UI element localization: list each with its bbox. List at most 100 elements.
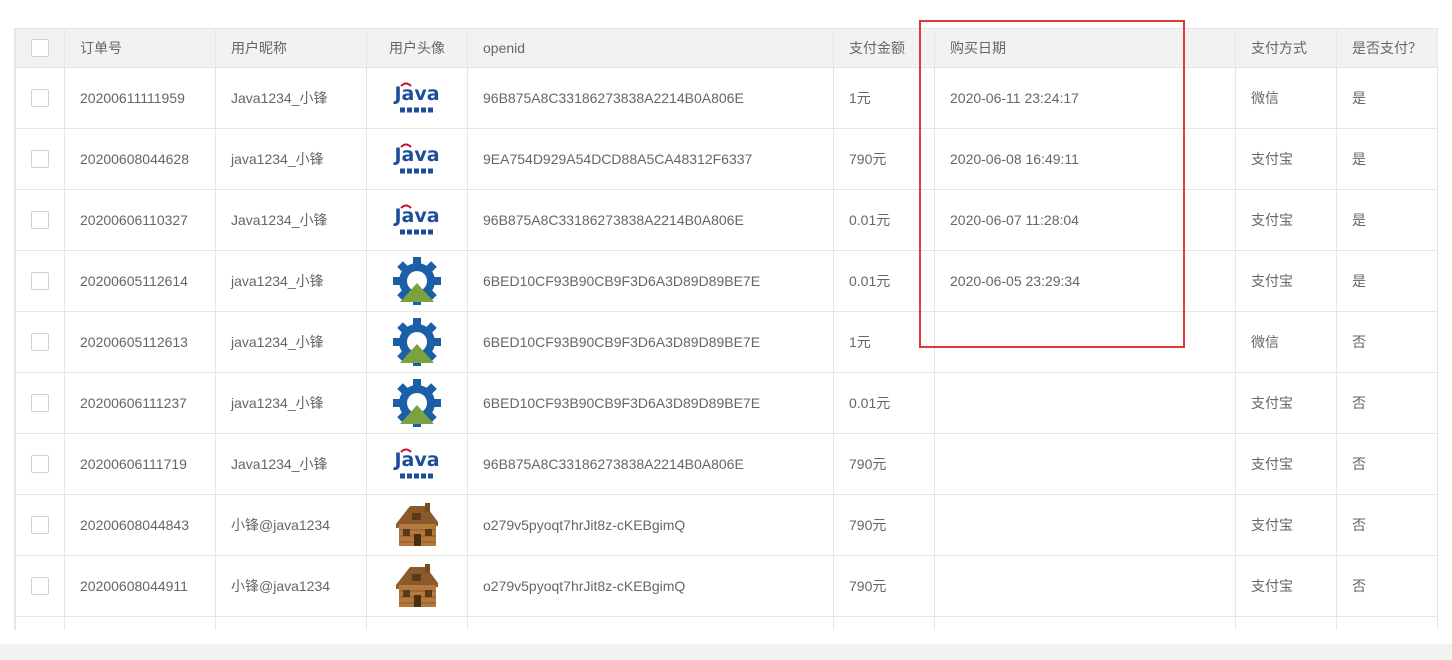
header-purchase-date[interactable]: 购买日期 bbox=[934, 28, 1236, 68]
header-pay-method[interactable]: 支付方式 bbox=[1235, 28, 1337, 68]
cell-openid: 96B875A8C33186273838A2214B0A806E bbox=[467, 67, 834, 129]
table-row[interactable]: 20200606111237 java1234_小锋 6BED10CF93B90C… bbox=[15, 372, 1437, 434]
cell-empty bbox=[15, 616, 65, 630]
row-checkbox[interactable] bbox=[31, 89, 49, 108]
cell-avatar: Java bbox=[366, 128, 468, 190]
header-nickname[interactable]: 用户昵称 bbox=[215, 28, 367, 68]
table-row[interactable]: 20200605112613 java1234_小锋 6BED10CF93B90C… bbox=[15, 311, 1437, 373]
cell-pay-method: 支付宝 bbox=[1235, 555, 1337, 617]
cell-amount: 790元 bbox=[833, 494, 935, 556]
cell-pay-method: 支付宝 bbox=[1235, 372, 1337, 434]
cell-order-no: 20200608044911 bbox=[64, 555, 216, 617]
table-row[interactable]: 20200608044628 java1234_小锋 Java 9EA754D92… bbox=[15, 128, 1437, 190]
cell-order-no: 20200605112614 bbox=[64, 250, 216, 312]
cell-openid: 6BED10CF93B90CB9F3D6A3D89D89BE7E bbox=[467, 311, 834, 373]
cell-nickname: java1234_小锋 bbox=[215, 311, 367, 373]
cell-order-no: 20200608044628 bbox=[64, 128, 216, 190]
gear-logo-icon bbox=[392, 317, 442, 367]
cell-nickname: java1234_小锋 bbox=[215, 250, 367, 312]
cell-pay-method: 支付宝 bbox=[1235, 250, 1337, 312]
cell-amount: 790元 bbox=[833, 433, 935, 495]
cell-pay-method: 支付宝 bbox=[1235, 128, 1337, 190]
row-checkbox-cell bbox=[15, 433, 65, 495]
table-row[interactable]: 20200608044911 小锋@java1234 o279v5pyoqt7hr… bbox=[15, 555, 1437, 617]
house-image-icon bbox=[392, 500, 442, 550]
cell-empty bbox=[467, 616, 834, 630]
cell-amount: 1元 bbox=[833, 67, 935, 129]
cell-openid: 6BED10CF93B90CB9F3D6A3D89D89BE7E bbox=[467, 372, 834, 434]
cell-avatar: Java bbox=[366, 67, 468, 129]
cell-avatar: Java bbox=[366, 433, 468, 495]
cell-openid: 96B875A8C33186273838A2214B0A806E bbox=[467, 433, 834, 495]
cell-purchase-date bbox=[934, 494, 1236, 556]
cell-purchase-date: 2020-06-08 16:49:11 bbox=[934, 128, 1236, 190]
row-checkbox-cell bbox=[15, 555, 65, 617]
header-order-no[interactable]: 订单号 bbox=[64, 28, 216, 68]
cell-amount: 0.01元 bbox=[833, 250, 935, 312]
row-checkbox-cell bbox=[15, 67, 65, 129]
cell-avatar bbox=[366, 372, 468, 434]
table-row[interactable]: 20200605112614 java1234_小锋 6BED10CF93B90C… bbox=[15, 250, 1437, 312]
cell-paid: 是 bbox=[1336, 189, 1437, 251]
cell-amount: 0.01元 bbox=[833, 372, 935, 434]
java-logo-icon: Java bbox=[392, 73, 442, 123]
select-all-cell bbox=[15, 28, 65, 68]
cell-empty bbox=[833, 616, 935, 630]
table-row[interactable] bbox=[15, 616, 1437, 630]
cell-purchase-date bbox=[934, 372, 1236, 434]
table-header-row: 订单号 用户昵称 用户头像 openid 支付金额 购买日期 支付方式 是否支付… bbox=[15, 28, 1437, 68]
row-checkbox[interactable] bbox=[31, 577, 49, 596]
header-openid[interactable]: openid bbox=[467, 28, 834, 68]
java-logo-icon: Java bbox=[392, 134, 442, 184]
gear-logo-icon bbox=[392, 378, 442, 428]
cell-pay-method: 支付宝 bbox=[1235, 494, 1337, 556]
cell-purchase-date bbox=[934, 433, 1236, 495]
cell-empty bbox=[1235, 616, 1337, 630]
cell-paid: 是 bbox=[1336, 128, 1437, 190]
cell-pay-method: 支付宝 bbox=[1235, 189, 1337, 251]
cell-avatar bbox=[366, 494, 468, 556]
row-checkbox[interactable] bbox=[31, 333, 49, 352]
row-checkbox[interactable] bbox=[31, 516, 49, 535]
cell-paid: 否 bbox=[1336, 311, 1437, 373]
cell-nickname: 小锋@java1234 bbox=[215, 555, 367, 617]
cell-amount: 0.01元 bbox=[833, 189, 935, 251]
cell-order-no: 20200605112613 bbox=[64, 311, 216, 373]
row-checkbox-cell bbox=[15, 372, 65, 434]
select-all-checkbox[interactable] bbox=[31, 39, 49, 58]
row-checkbox[interactable] bbox=[31, 455, 49, 474]
row-checkbox-cell bbox=[15, 250, 65, 312]
header-paid[interactable]: 是否支付？ bbox=[1336, 28, 1437, 68]
cell-openid: 9EA754D929A54DCD88A5CA48312F6337 bbox=[467, 128, 834, 190]
java-logo-icon: Java bbox=[392, 195, 442, 245]
row-checkbox[interactable] bbox=[31, 211, 49, 230]
table-body: 20200611111959 Java1234_小锋 Java 96B875A8C… bbox=[15, 67, 1437, 630]
header-amount[interactable]: 支付金额 bbox=[833, 28, 935, 68]
cell-order-no: 20200611111959 bbox=[64, 67, 216, 129]
row-checkbox[interactable] bbox=[31, 394, 49, 413]
svg-text:Java: Java bbox=[392, 144, 439, 166]
table-row[interactable]: 20200611111959 Java1234_小锋 Java 96B875A8C… bbox=[15, 67, 1437, 129]
row-checkbox-cell bbox=[15, 494, 65, 556]
cell-amount: 1元 bbox=[833, 311, 935, 373]
cell-order-no: 20200606111719 bbox=[64, 433, 216, 495]
table-row[interactable]: 20200606111719 Java1234_小锋 Java 96B875A8C… bbox=[15, 433, 1437, 495]
cell-openid: o279v5pyoqt7hrJit8z-cKEBgimQ bbox=[467, 555, 834, 617]
cell-paid: 否 bbox=[1336, 555, 1437, 617]
cell-empty bbox=[366, 616, 468, 630]
cell-nickname: Java1234_小锋 bbox=[215, 433, 367, 495]
table-row[interactable]: 20200608044843 小锋@java1234 o279v5pyoqt7hr… bbox=[15, 494, 1437, 556]
row-checkbox[interactable] bbox=[31, 272, 49, 291]
cell-purchase-date: 2020-06-07 11:28:04 bbox=[934, 189, 1236, 251]
table-row[interactable]: 20200606110327 Java1234_小锋 Java 96B875A8C… bbox=[15, 189, 1437, 251]
cell-avatar bbox=[366, 311, 468, 373]
cell-openid: 6BED10CF93B90CB9F3D6A3D89D89BE7E bbox=[467, 250, 834, 312]
header-avatar[interactable]: 用户头像 bbox=[366, 28, 468, 68]
row-checkbox-cell bbox=[15, 128, 65, 190]
cell-order-no: 20200606111237 bbox=[64, 372, 216, 434]
svg-text:Java: Java bbox=[392, 83, 439, 105]
row-checkbox[interactable] bbox=[31, 150, 49, 169]
gear-logo-icon bbox=[392, 256, 442, 306]
cell-purchase-date bbox=[934, 311, 1236, 373]
cell-paid: 否 bbox=[1336, 494, 1437, 556]
